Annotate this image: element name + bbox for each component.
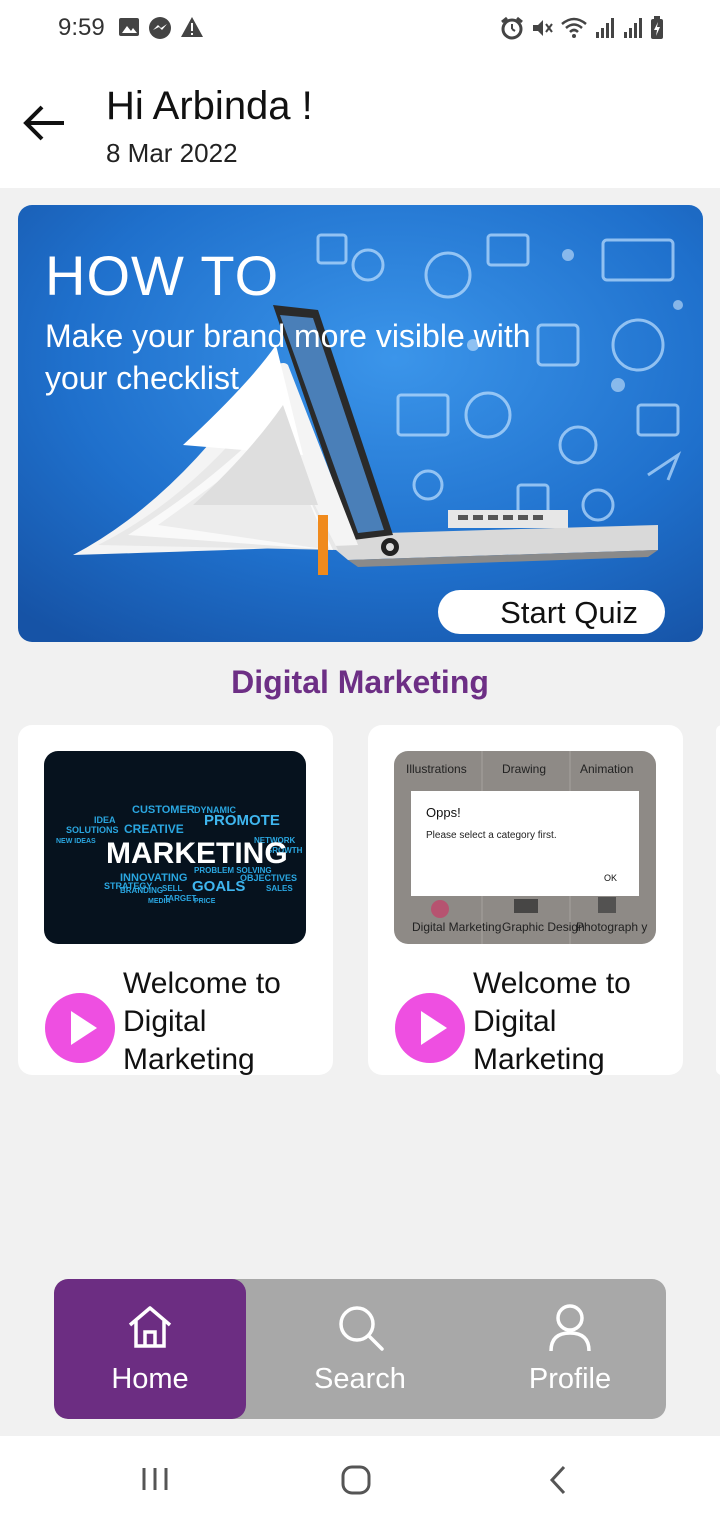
word-marketing: MARKETING [106,837,288,870]
signal-icon [596,18,614,38]
back-arrow-icon[interactable] [20,98,70,148]
status-time: 9:59 [58,14,105,41]
word-sell: SELL [162,884,183,893]
status-right-icons [500,16,664,40]
thumb-label-photography: Photograph y [576,920,647,934]
thumb-label-drawing: Drawing [502,762,546,776]
word-dynamic: DYNAMIC [194,805,236,815]
play-button[interactable] [45,993,115,1063]
home-icon [128,1306,172,1348]
dialog-title: Opps! [426,805,461,820]
back-system-icon[interactable] [546,1464,570,1496]
dialog-ok-button: OK [604,873,617,883]
section-title: Digital Marketing [231,664,489,700]
marketing-word-cloud: CUSTOMER PROMOTE CREATIVE IDEA SOLUTIONS… [44,751,306,944]
messenger-icon [149,17,171,39]
nav-label-profile: Profile [528,1363,612,1395]
word-media: MEDIA [148,898,171,905]
nav-label-search: Search [314,1363,406,1395]
course-card-title: Welcome to Digital Marketing [473,967,631,1076]
word-idea: IDEA [94,815,116,825]
recent-apps-icon[interactable] [140,1466,170,1492]
search-icon [339,1306,384,1351]
play-icon [71,1011,97,1045]
word-solutions: SOLUTIONS [66,825,119,835]
word-creative: CREATIVE [124,822,184,836]
person-icon [549,1304,591,1352]
course-thumbnail-screenshot: Illustrations Drawing Animation Digital … [394,751,656,944]
home-system-icon[interactable] [340,1464,372,1496]
dialog-message: Please select a category first. [426,830,557,841]
status-bar: 9:59 [0,0,720,58]
greeting-title: Hi Arbinda ! [106,84,313,128]
status-left-icons [118,16,204,40]
start-quiz-button[interactable]: Start Quiz [438,590,665,634]
current-date: 8 Mar 2022 [106,138,238,168]
app-header: Hi Arbinda ! 8 Mar 2022 [0,58,720,188]
play-icon [421,1011,447,1045]
nav-label-home: Home [111,1363,189,1395]
thumb-label-digital-marketing: Digital Marketing [412,920,501,934]
signal-icon [624,18,642,38]
warning-icon [181,17,203,37]
nav-item-home[interactable]: Home [54,1279,246,1419]
system-navigation-bar [0,1436,720,1520]
word-price: PRICE [194,898,216,905]
category-dialog-preview: Illustrations Drawing Animation Digital … [394,751,656,944]
hero-title: HOW TO [45,244,280,307]
wifi-icon [561,17,587,38]
word-customer: CUSTOMER [132,804,195,816]
battery-icon [651,16,663,39]
play-button[interactable] [395,993,465,1063]
word-new-ideas: NEW IDEAS [56,838,96,845]
hero-banner[interactable]: HOW TO Make your brand more visible with… [18,205,703,642]
course-card[interactable]: Illustrations Drawing Animation Digital … [368,725,683,1076]
thumb-label-animation: Animation [580,762,633,776]
image-icon [119,18,139,36]
nav-item-profile[interactable]: Profile [474,1279,666,1419]
course-card[interactable]: CUSTOMER PROMOTE CREATIVE IDEA SOLUTIONS… [18,725,333,1076]
mute-icon [533,20,553,36]
word-goals: GOALS [192,878,245,895]
thumb-label-illustrations: Illustrations [406,762,467,776]
course-thumbnail-marketing: CUSTOMER PROMOTE CREATIVE IDEA SOLUTIONS… [44,751,306,944]
nav-item-search[interactable]: Search [264,1279,456,1419]
word-branding: BRANDING [120,886,163,895]
word-sales: SALES [266,884,293,893]
course-card-title: Welcome to Digital Marketing [123,967,281,1076]
course-card-peek[interactable] [716,725,720,1075]
alarm-icon [501,16,523,40]
thumb-label-graphic-design: Graphic Design [502,920,585,934]
bottom-navigation: Home Search Profile [54,1279,666,1419]
word-innovating: INNOVATING [120,872,187,884]
hero-subtitle: Make your brand more visible with your c… [45,318,531,396]
